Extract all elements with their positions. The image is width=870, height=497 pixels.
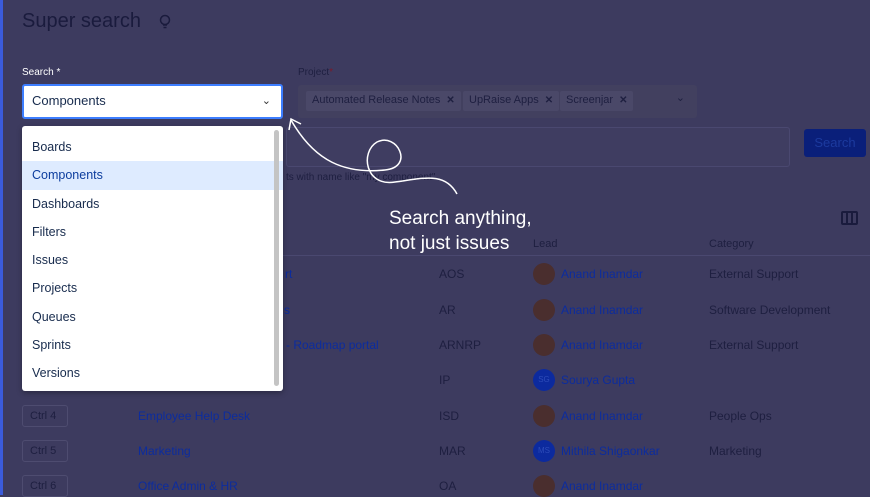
category: Marketing [709,444,762,458]
option-dashboards[interactable]: Dashboards [22,190,283,218]
option-issues[interactable]: Issues [22,246,283,274]
search-button[interactable]: Search [804,129,866,157]
lead-link[interactable]: Anand Inamdar [561,338,643,352]
page-title: Super search [22,10,141,32]
avatar [533,405,555,427]
avatar [533,334,555,356]
select-value: Components [32,93,106,108]
option-components[interactable]: Components [22,161,283,190]
project-label: Project* [298,67,334,78]
project-key: AOS [439,267,465,281]
chevron-down-icon: ⌄ [675,92,685,104]
header-category[interactable]: Category [709,238,754,250]
lead-link[interactable]: Anand Inamdar [561,409,643,423]
annotation-arrow [288,117,458,195]
avatar: SG [533,369,555,391]
project-key: OA [439,479,457,493]
shortcut-badge: Ctrl 4 [22,405,68,427]
project-chip: Screenjar ✕ [560,91,634,111]
project-chip: Automated Release Notes ✕ [306,91,461,111]
lead-link[interactable]: Mithila Shigaonkar [561,444,660,458]
remove-chip-icon[interactable]: ✕ [545,95,553,106]
left-accent-stripe [0,0,3,495]
project-key: ARNRP [439,338,482,352]
project-name-link[interactable]: Office Admin & HR [138,479,238,493]
lead-link[interactable]: Anand Inamdar [561,267,643,281]
option-projects[interactable]: Projects [22,274,283,302]
search-label: Search * [22,67,61,78]
category: Software Development [709,303,831,317]
lead-link[interactable]: Anand Inamdar [561,479,643,493]
project-key: AR [439,303,456,317]
category: People Ops [709,409,772,423]
project-name-link[interactable]: s [284,303,290,317]
project-key: ISD [439,409,460,423]
remove-chip-icon[interactable]: ✕ [619,95,627,106]
lead-link[interactable]: Anand Inamdar [561,303,643,317]
project-name-link[interactable]: - Roadmap portal [286,338,379,352]
annotation-text: Search anything, not just issues [389,208,532,254]
chevron-down-icon: ⌄ [261,95,271,107]
search-type-dropdown: Boards Components Dashboards Filters Issues P… [22,126,283,391]
scrollbar[interactable] [274,130,279,386]
lead-link[interactable]: Sourya Gupta [561,373,635,387]
avatar [533,299,555,321]
option-versions[interactable]: Versions [22,359,283,387]
option-sprints[interactable]: Sprints [22,331,283,359]
shortcut-badge: Ctrl 6 [22,475,68,497]
project-key: IP [439,373,451,387]
avatar [533,475,555,497]
project-name-link[interactable]: rt [285,267,292,281]
category: External Support [709,338,799,352]
option-filters[interactable]: Filters [22,218,283,246]
option-queues[interactable]: Queues [22,303,283,331]
avatar: MS [533,440,555,462]
project-key: MAR [439,444,466,458]
header-divider [283,255,870,256]
option-boards[interactable]: Boards [22,133,283,161]
avatar [533,263,555,285]
project-name-link[interactable]: Employee Help Desk [138,409,250,423]
lightbulb-icon[interactable] [158,14,176,32]
project-name-link[interactable]: Marketing [138,444,191,458]
search-type-select[interactable]: Components ⌄ [22,84,283,119]
remove-chip-icon[interactable]: ✕ [446,95,454,106]
project-chip: UpRaise Apps ✕ [463,91,560,111]
columns-icon[interactable] [841,211,858,225]
category: External Support [709,267,799,281]
shortcut-badge: Ctrl 5 [22,440,68,462]
header-lead[interactable]: Lead [533,238,557,250]
